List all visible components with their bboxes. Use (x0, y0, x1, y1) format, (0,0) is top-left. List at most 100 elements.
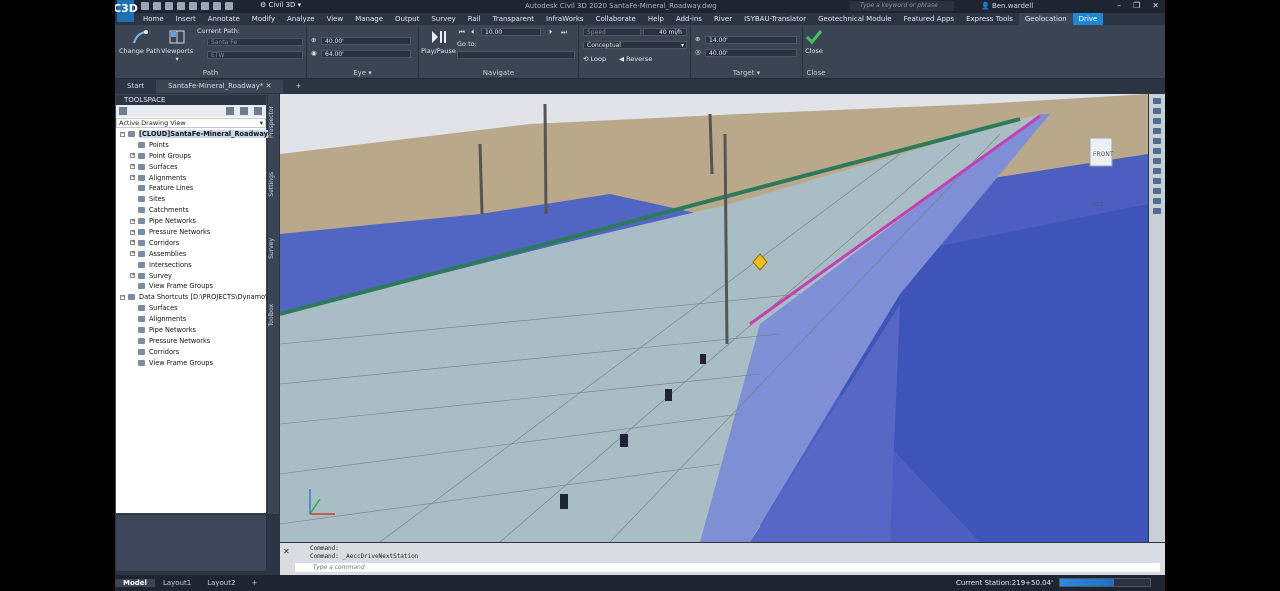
visual-style-select[interactable]: Conceptual ▾ (583, 41, 687, 49)
target-distance-field[interactable]: 40.00' (705, 49, 797, 57)
tab-isybau-translator[interactable]: ISYBAU-Translator (738, 13, 812, 25)
step-forward-icon[interactable]: ⏭ (561, 28, 567, 37)
command-input[interactable]: Type a command (295, 563, 1160, 572)
tab-infraworks[interactable]: InfraWorks (540, 13, 590, 25)
tree-item[interactable]: View Frame Groups (116, 358, 266, 369)
tool-icon[interactable] (1153, 148, 1161, 154)
tab-drawing[interactable]: SantaFe-Mineral_Roadway* ✕ (156, 80, 284, 93)
new-tab-button[interactable]: + (283, 80, 313, 93)
tab-annotate[interactable]: Annotate (202, 13, 246, 25)
redo-icon[interactable] (225, 2, 233, 10)
tree-item[interactable]: Pipe Networks (116, 325, 266, 336)
target-height-field[interactable]: 14.00' (705, 36, 797, 44)
tool-icon[interactable] (1153, 128, 1161, 134)
tree-item[interactable]: Feature Lines (116, 183, 266, 194)
side-tab-toolbox[interactable]: Toolbox (268, 304, 279, 327)
tree-item[interactable]: + Pipe Networks (116, 216, 266, 227)
tab-analyze[interactable]: Analyze (281, 13, 321, 25)
tool-icon[interactable] (1153, 108, 1161, 114)
close-icon[interactable]: ✕ (266, 82, 272, 90)
tool-icon[interactable] (1153, 208, 1161, 214)
tool-icon[interactable] (1153, 118, 1161, 124)
list-view-icon[interactable] (240, 107, 248, 115)
new-icon[interactable] (141, 2, 149, 10)
next-icon[interactable]: ⏵ (549, 28, 552, 37)
tab-help[interactable]: Help (642, 13, 670, 25)
layout-tab-layout1[interactable]: Layout1 (155, 579, 199, 587)
tab-geotechnical-module[interactable]: Geotechnical Module (812, 13, 898, 25)
tab-rail[interactable]: Rail (462, 13, 487, 25)
tab-drive[interactable]: Drive (1072, 13, 1104, 25)
tool-icon[interactable] (1153, 98, 1161, 104)
play-pause-button[interactable]: Play/Pause (421, 29, 456, 55)
speed-value[interactable]: 40 mi/h (643, 28, 687, 36)
tree-item[interactable]: + Survey (116, 271, 266, 282)
change-path-button[interactable]: Change Path (119, 29, 160, 55)
loop-toggle[interactable]: ⟲ Loop (583, 55, 606, 63)
tab-transparent[interactable]: Transparent (487, 13, 540, 25)
prev-icon[interactable]: ⏴ (471, 28, 474, 37)
tab-river[interactable]: River (708, 13, 738, 25)
tab-insert[interactable]: Insert (170, 13, 202, 25)
tab-home[interactable]: Home (137, 13, 170, 25)
tool-icon[interactable] (1153, 188, 1161, 194)
tree-item[interactable]: + Surfaces (116, 162, 266, 173)
viewports-button[interactable]: Viewports ▾ (161, 29, 193, 63)
reverse-toggle[interactable]: ◀ Reverse (619, 55, 652, 63)
workspace-switcher[interactable]: ⚙ Civil 3D ▾ (260, 1, 301, 9)
tree-item[interactable]: + Alignments (116, 173, 266, 184)
expand-icon[interactable]: − (120, 131, 125, 137)
eye-distance-field[interactable]: 64.00' (321, 50, 411, 58)
tree-item[interactable]: Sites (116, 194, 266, 205)
tab-start[interactable]: Start (115, 80, 156, 93)
speed-field[interactable]: Speed (583, 28, 641, 36)
tree-item[interactable]: − Data Shortcuts [D:\PROJECTS\Dynamo\L... (116, 292, 277, 303)
tree-item[interactable]: + Corridors (116, 238, 266, 249)
tree-item[interactable]: + Pressure Networks (116, 227, 266, 238)
expand-icon[interactable]: + (130, 251, 135, 257)
expand-icon[interactable]: − (120, 294, 125, 300)
web-icon[interactable] (189, 2, 197, 10)
search-input[interactable]: Type a keyword or phrase (850, 1, 954, 11)
close-window-button[interactable]: ✕ (1152, 1, 1159, 10)
layout-tab-layout2[interactable]: Layout2 (199, 579, 243, 587)
expand-icon[interactable]: + (130, 175, 135, 181)
tab-geolocation[interactable]: Geolocation (1018, 13, 1073, 25)
goto-field[interactable] (457, 51, 575, 59)
tree-item[interactable]: Catchments (116, 205, 266, 216)
tree-item[interactable]: Intersections (116, 260, 266, 271)
side-tab-prospector[interactable]: Prospector (268, 106, 279, 138)
eye-panel-label[interactable]: Eye ▾ (307, 69, 418, 77)
drawing-viewport[interactable]: FRONT WCS (280, 94, 1148, 542)
tree-item[interactable]: Alignments (116, 314, 266, 325)
toolspace-menu-icon[interactable] (119, 107, 127, 115)
tool-icon[interactable] (1153, 168, 1161, 174)
eye-height-field[interactable]: 40.00' (321, 37, 411, 45)
target-panel-label[interactable]: Target ▾ (691, 69, 802, 77)
tab-featured-apps[interactable]: Featured Apps (898, 13, 960, 25)
connect-icon[interactable] (226, 107, 234, 115)
undo-icon[interactable] (213, 2, 221, 10)
tab-collaborate[interactable]: Collaborate (590, 13, 642, 25)
tab-output[interactable]: Output (389, 13, 425, 25)
step-back-icon[interactable]: ⏮ (459, 28, 465, 37)
tool-icon[interactable] (1153, 178, 1161, 184)
tab-view[interactable]: View (321, 13, 350, 25)
user-account[interactable]: 👤 Ben.wardell (981, 2, 1033, 10)
tree-item[interactable]: + Assemblies (116, 249, 266, 260)
tab-survey[interactable]: Survey (425, 13, 461, 25)
path-field[interactable]: Santa Fe (207, 38, 303, 46)
save-icon[interactable] (165, 2, 173, 10)
tree-item[interactable]: − [CLOUD]SantaFe-Mineral_Roadway (116, 129, 268, 140)
step-field[interactable]: 10.00 (481, 28, 541, 36)
layout-tab-model[interactable]: Model (115, 579, 155, 587)
add-layout-button[interactable]: + (243, 579, 265, 587)
tab-manage[interactable]: Manage (349, 13, 389, 25)
tree-item[interactable]: Points (116, 140, 266, 151)
tab-express-tools[interactable]: Express Tools (960, 13, 1019, 25)
tree-item[interactable]: View Frame Groups (116, 281, 266, 292)
view-dropdown[interactable]: Active Drawing View ▾ (116, 118, 266, 128)
tool-icon[interactable] (1153, 198, 1161, 204)
tab-modify[interactable]: Modify (246, 13, 281, 25)
expand-icon[interactable]: + (130, 273, 135, 279)
